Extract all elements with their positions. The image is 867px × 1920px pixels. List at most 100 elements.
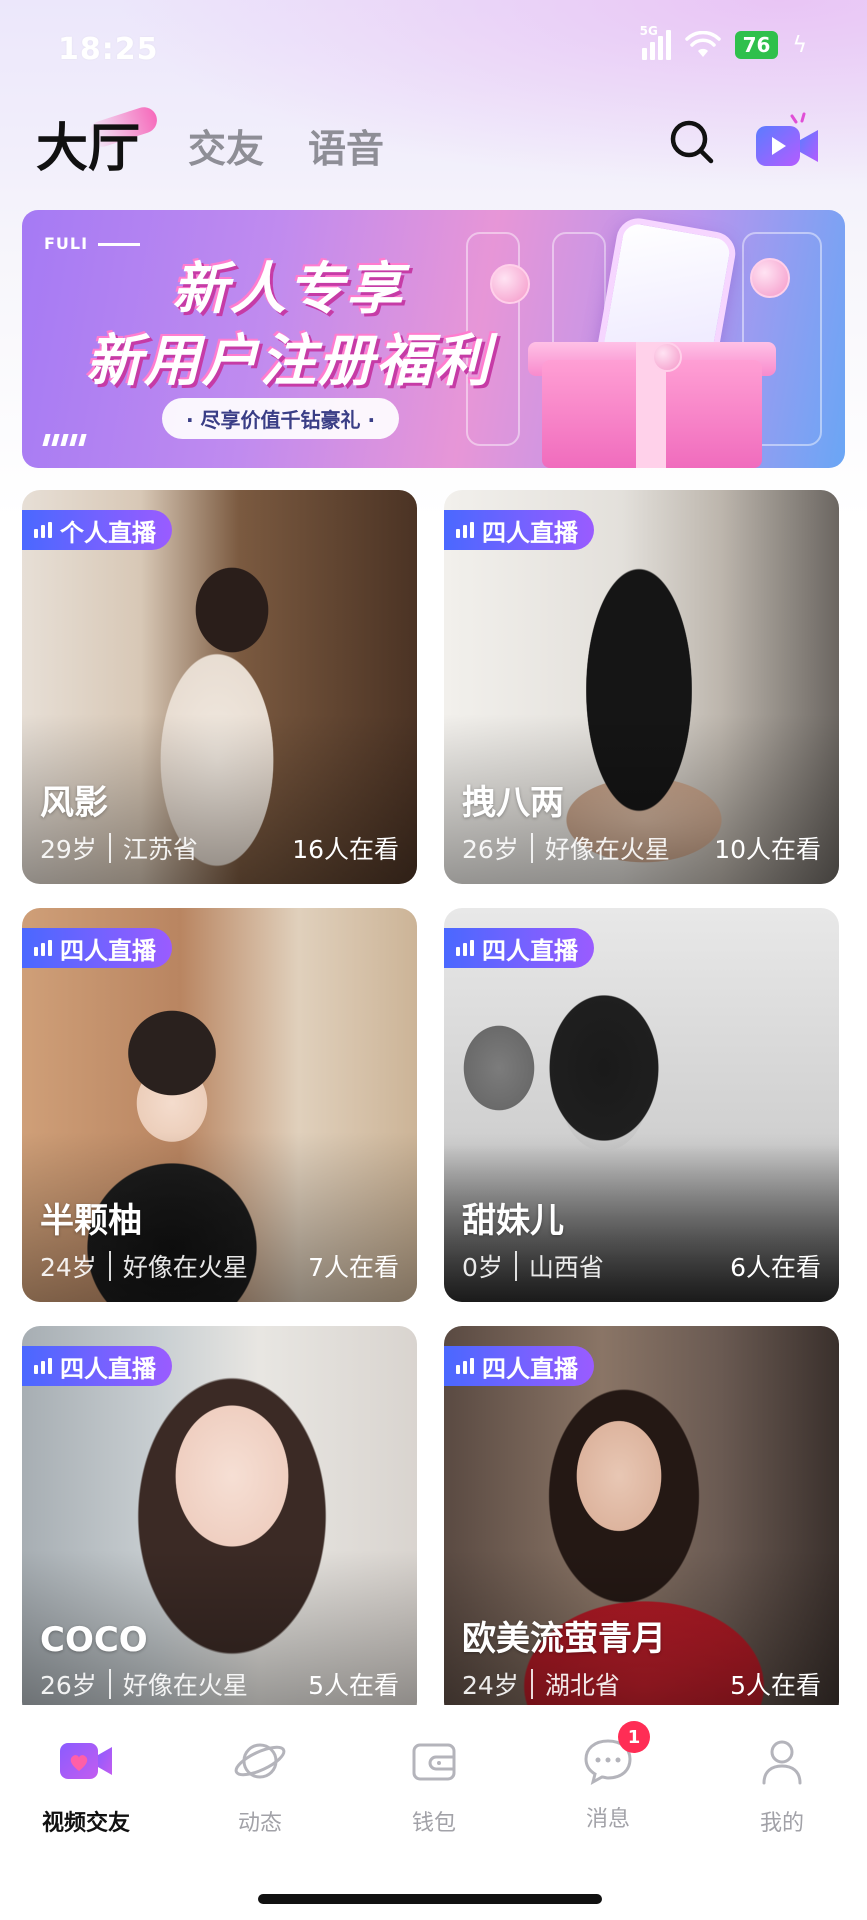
streamer-meta: 24岁 湖北省 5人在看 <box>462 1666 821 1702</box>
nav-wallet[interactable]: 钱包 <box>364 1735 504 1837</box>
meta-divider <box>514 1251 517 1281</box>
nav-label: 钱包 <box>411 1811 456 1836</box>
streamer-location: 山西省 <box>528 1253 604 1282</box>
streamer-name: 风影 <box>40 783 108 823</box>
video-live-icon[interactable] <box>752 112 822 172</box>
streamer-meta: 29岁 江苏省 16人在看 <box>40 830 399 866</box>
streamer-meta: 0岁 山西省 6人在看 <box>462 1248 821 1284</box>
live-bars-icon <box>456 522 474 538</box>
tab-hall[interactable]: 大厅 <box>36 106 140 181</box>
wallet-icon <box>412 1743 456 1781</box>
streamer-location: 好像在火星 <box>122 1253 248 1282</box>
nav-profile[interactable]: 我的 <box>712 1735 852 1837</box>
streamer-age: 26岁 <box>462 835 519 864</box>
battery-indicator: 76 <box>734 31 779 59</box>
streamer-age: 24岁 <box>40 1253 97 1282</box>
live-type-label: 四人直播 <box>482 1354 578 1383</box>
streamer-meta: 26岁 好像在火星 5人在看 <box>40 1666 399 1702</box>
streamer-location: 江苏省 <box>122 835 198 864</box>
streamer-name: 欧美流萤青月 <box>462 1619 666 1659</box>
status-bar: 18:25 5G 76 ϟ <box>0 0 867 100</box>
live-room-card[interactable]: 个人直播 风影 29岁 江苏省 16人在看 <box>22 490 417 884</box>
meta-divider <box>530 833 533 863</box>
wifi-icon <box>684 31 721 57</box>
coin-icon <box>652 342 682 372</box>
streamer-location: 好像在火星 <box>122 1671 248 1700</box>
live-bars-icon <box>456 940 474 956</box>
chat-icon-wrap: 1 <box>580 1721 650 1787</box>
live-room-card[interactable]: 四人直播 欧美流萤青月 24岁 湖北省 5人在看 <box>444 1326 839 1720</box>
viewer-count: 7人在看 <box>308 1253 399 1282</box>
live-bars-icon <box>34 940 52 956</box>
charging-icon: ϟ <box>792 32 807 58</box>
nav-label: 我的 <box>759 1811 804 1836</box>
viewer-count: 16人在看 <box>292 835 399 864</box>
streamer-age: 24岁 <box>462 1671 519 1700</box>
streamer-location: 湖北省 <box>544 1671 620 1700</box>
live-type-label: 四人直播 <box>482 936 578 965</box>
promo-banner[interactable]: FULI 新人专享 新用户注册福利 · 尽享价值千钻豪礼 · <box>22 210 845 468</box>
live-bars-icon <box>456 1358 474 1374</box>
home-indicator[interactable] <box>258 1894 602 1904</box>
nav-label: 消息 <box>585 1807 630 1832</box>
meta-divider <box>108 833 111 863</box>
streamer-age: 26岁 <box>40 1671 97 1700</box>
network-type: 5G <box>639 24 658 38</box>
viewer-count: 5人在看 <box>730 1671 821 1700</box>
live-room-card[interactable]: 四人直播 COCO 26岁 好像在火星 5人在看 <box>22 1326 417 1720</box>
live-bars-icon <box>34 1358 52 1374</box>
nav-moments[interactable]: 动态 <box>190 1735 330 1837</box>
coin-icon <box>490 264 530 304</box>
search-icon[interactable] <box>668 118 716 166</box>
tab-friends[interactable]: 交友 <box>188 118 264 173</box>
streamer-name: 拽八两 <box>462 783 564 823</box>
top-header: 大厅 交友 语音 <box>0 100 867 200</box>
nav-messages[interactable]: 1 消息 <box>538 1721 678 1833</box>
meta-divider <box>530 1669 533 1699</box>
streamer-age: 0岁 <box>462 1253 503 1282</box>
viewer-count: 5人在看 <box>308 1671 399 1700</box>
tab-voice[interactable]: 语音 <box>308 118 384 173</box>
streamer-location: 好像在火星 <box>544 835 670 864</box>
live-room-card[interactable]: 四人直播 半颗柚 24岁 好像在火星 7人在看 <box>22 908 417 1302</box>
streamer-name: 甜妹儿 <box>462 1201 564 1241</box>
meta-divider <box>108 1251 111 1281</box>
nav-label: 动态 <box>237 1811 282 1836</box>
live-type-label: 四人直播 <box>482 518 578 547</box>
live-type-label: 个人直播 <box>60 518 156 547</box>
banner-title-line2: 新用户注册福利 <box>86 329 492 394</box>
bottom-nav: 视频交友 动态 钱包 1 消息 我的 <box>0 1705 867 1920</box>
live-badge: 个人直播 <box>22 510 172 550</box>
live-bars-icon <box>34 522 52 538</box>
live-badge: 四人直播 <box>22 928 172 968</box>
banner-stripes <box>42 434 87 446</box>
viewer-count: 10人在看 <box>714 835 821 864</box>
planet-icon <box>234 1743 286 1779</box>
live-type-label: 四人直播 <box>60 1354 156 1383</box>
live-badge: 四人直播 <box>22 1346 172 1386</box>
streamer-name: COCO <box>40 1620 148 1660</box>
streamer-age: 29岁 <box>40 835 97 864</box>
profile-icon <box>762 1740 802 1785</box>
video-heart-icon <box>60 1743 112 1779</box>
meta-divider <box>108 1669 111 1699</box>
live-room-card[interactable]: 四人直播 拽八两 26岁 好像在火星 10人在看 <box>444 490 839 884</box>
cell-signal-icon: 5G <box>640 24 671 60</box>
status-time: 18:25 <box>58 32 159 67</box>
live-room-card[interactable]: 四人直播 甜妹儿 0岁 山西省 6人在看 <box>444 908 839 1302</box>
banner-title-line1: 新人专享 <box>172 257 404 322</box>
unread-badge: 1 <box>618 1721 650 1753</box>
live-badge: 四人直播 <box>444 510 594 550</box>
viewer-count: 6人在看 <box>730 1253 821 1282</box>
nav-video-dating[interactable]: 视频交友 <box>16 1735 156 1837</box>
live-badge: 四人直播 <box>444 928 594 968</box>
banner-subtitle: · 尽享价值千钻豪礼 · <box>162 398 400 439</box>
live-type-label: 四人直播 <box>60 936 156 965</box>
streamer-meta: 26岁 好像在火星 10人在看 <box>462 830 821 866</box>
streamer-name: 半颗柚 <box>40 1201 142 1241</box>
live-badge: 四人直播 <box>444 1346 594 1386</box>
nav-label: 视频交友 <box>41 1811 130 1836</box>
banner-tag: FULI <box>44 234 140 253</box>
streamer-meta: 24岁 好像在火星 7人在看 <box>40 1248 399 1284</box>
coin-icon <box>750 258 790 298</box>
